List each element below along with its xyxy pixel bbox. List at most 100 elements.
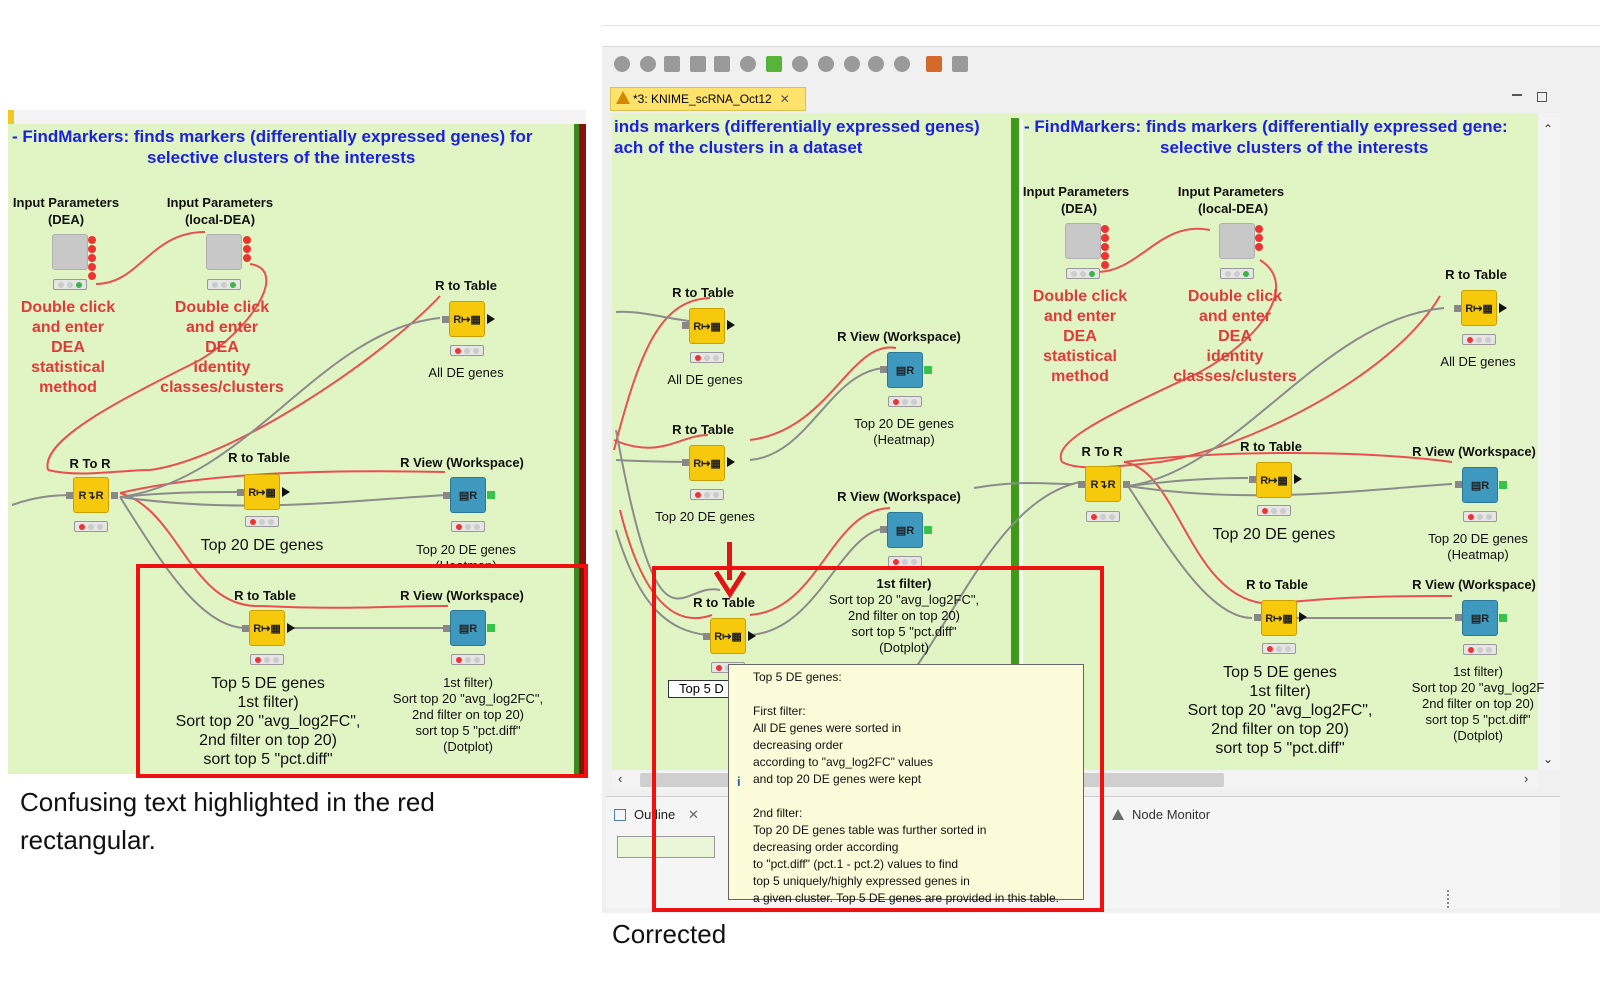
- right-rtt-b-out-port: [727, 457, 735, 467]
- right-rv-bot-caption-line: 2nd filter on top 20): [1421, 696, 1535, 711]
- wrench-icon[interactable]: [926, 56, 942, 72]
- r-to-table-icon: R↦▦: [453, 313, 481, 326]
- r-to-table-icon: R↦▦: [693, 457, 721, 470]
- editor-tab[interactable]: *3: KNIME_scRNA_Oct12 ✕: [610, 87, 806, 111]
- cancel-selected-icon[interactable]: [614, 56, 630, 72]
- left-rtor-in-port: [66, 492, 73, 499]
- left-rtt-mid-label: R to Table: [228, 450, 290, 465]
- right-rtt-bot-node[interactable]: R↦▦: [1261, 600, 1297, 636]
- minimize-icon[interactable]: [1512, 94, 1522, 96]
- left-rv-mid-in-port: [443, 492, 450, 499]
- zoom-fit-icon[interactable]: [714, 56, 730, 72]
- right-input-dea-node[interactable]: [1065, 223, 1101, 259]
- left-rv-mid-node[interactable]: ▤R: [450, 477, 486, 513]
- right-rv-a-out-port: [924, 366, 932, 374]
- right-rtt-mid-caption: Top 20 DE genes: [1212, 526, 1336, 543]
- r-view-icon: ▤R: [1470, 612, 1490, 625]
- close-icon[interactable]: ✕: [780, 88, 790, 110]
- right-rv-mid-node[interactable]: ▤R: [1462, 467, 1498, 503]
- right-rv-bot-node[interactable]: ▤R: [1462, 600, 1498, 636]
- comment-icon[interactable]: [690, 56, 706, 72]
- node-monitor-tab[interactable]: Node Monitor: [1110, 804, 1250, 826]
- right-rtt-top-node[interactable]: R↦▦: [1461, 290, 1497, 326]
- right-rtt-top-in-port: [1454, 305, 1461, 312]
- right-rtt-bot-caption-line: 1st filter): [1249, 683, 1311, 700]
- right-rv-a-label: R View (Workspace): [837, 329, 961, 344]
- left-rv-mid-status: [451, 521, 485, 532]
- right-rtt-top-caption: All DE genes: [1440, 354, 1516, 369]
- outline-icon: [614, 809, 626, 821]
- right-red-note-2-line: Double click: [1187, 288, 1283, 305]
- left-input-dea-node[interactable]: [52, 234, 88, 270]
- left-rv-mid-out-port: [487, 491, 495, 499]
- left-rtt-top-node[interactable]: R↦▦: [449, 301, 485, 337]
- right-input-local-dea-status: [1220, 268, 1254, 279]
- right-rtt-mid-status: [1257, 505, 1291, 516]
- r-to-table-icon: R↦▦: [248, 486, 276, 499]
- r-to-table-icon: R↦▦: [1260, 474, 1288, 487]
- node-id-icon[interactable]: [792, 56, 808, 72]
- right-rv-bot-in-port: [1455, 614, 1462, 621]
- maximize-icon[interactable]: [1537, 92, 1547, 102]
- r-to-table-icon: R↦▦: [1465, 302, 1493, 315]
- right-rtt-a-node[interactable]: R↦▦: [689, 308, 725, 344]
- right-rtt-bot-label: R to Table: [1246, 577, 1308, 592]
- right-input-local-dea-label2: (local-DEA): [1197, 201, 1269, 216]
- layout-icon[interactable]: [952, 56, 968, 72]
- left-rtt-mid-node[interactable]: R↦▦: [244, 474, 280, 510]
- r-view-icon: ▤R: [1470, 479, 1490, 492]
- step-icon[interactable]: [894, 56, 910, 72]
- left-rtt-top-caption: All DE genes: [428, 365, 504, 380]
- right-rv-b-node[interactable]: ▤R: [887, 512, 923, 548]
- left-input-local-dea-node[interactable]: [206, 234, 242, 270]
- search-icon[interactable]: [740, 56, 756, 72]
- right-input-local-dea-node[interactable]: [1219, 223, 1255, 259]
- right-rv-a-in-port: [880, 366, 887, 373]
- right-top-line: [602, 25, 1600, 26]
- left-red-note-1-line: and enter: [31, 319, 105, 336]
- right-highlight-box: [652, 566, 1104, 912]
- right-rtt-mid-node[interactable]: R↦▦: [1256, 462, 1292, 498]
- left-rtt-mid-out-port: [282, 487, 290, 497]
- drag-handle-icon[interactable]: [1447, 890, 1451, 908]
- right-rtt-b-label: R to Table: [672, 422, 734, 437]
- loop-icon[interactable]: [844, 56, 860, 72]
- right-rtt-mid-in-port: [1249, 476, 1256, 483]
- right-rv-a-node[interactable]: ▤R: [887, 352, 923, 388]
- r-to-r-icon: R↴R: [78, 489, 104, 502]
- right-rv-bot-caption-line: Sort top 20 "avg_log2F: [1411, 680, 1545, 695]
- left-highlight-box: [136, 564, 588, 778]
- left-input-dea-status: [53, 279, 87, 290]
- r-view-icon: ▤R: [895, 364, 915, 377]
- left-footer-line1: Confusing text highlighted in the red: [20, 787, 435, 817]
- right-input-local-dea-flowvar-ports: [1255, 225, 1263, 251]
- left-rtt-top-status: [450, 345, 484, 356]
- grid-icon[interactable]: [766, 56, 782, 72]
- right-rtt-bot-caption-line: Sort top 20 "avg_log2FC",: [1187, 702, 1373, 719]
- right-rtor-node[interactable]: R↴R: [1085, 466, 1121, 502]
- right-red-note-1-line: statistical: [1043, 348, 1117, 365]
- right-rtt-top-label: R to Table: [1445, 267, 1507, 282]
- right-rv-mid-out-port: [1499, 481, 1507, 489]
- table-view-icon[interactable]: [664, 56, 680, 72]
- cancel-all-icon[interactable]: [640, 56, 656, 72]
- right-red-note-1-line: and enter: [1043, 308, 1117, 325]
- r-view-icon: ▤R: [458, 489, 478, 502]
- left-red-note-1-line: DEA: [51, 339, 85, 356]
- left-red-note-2-line: DEA: [205, 339, 239, 356]
- node-name-icon[interactable]: [818, 56, 834, 72]
- right-red-note-2-line: and enter: [1198, 308, 1272, 325]
- left-input-local-dea-label1: Input Parameters: [166, 195, 274, 210]
- left-red-note-2-line: and enter: [185, 319, 259, 336]
- right-rtt-a-status: [690, 352, 724, 363]
- right-rv-bot-caption-line: 1st filter): [1453, 664, 1503, 679]
- node-monitor-tab-label: Node Monitor: [1132, 807, 1211, 822]
- right-rtt-b-status: [690, 489, 724, 500]
- right-red-note-1-line: Double click: [1032, 288, 1128, 305]
- right-rtt-b-node[interactable]: R↦▦: [689, 445, 725, 481]
- pause-icon[interactable]: [868, 56, 884, 72]
- left-rtor-node[interactable]: R↴R: [73, 477, 109, 513]
- left-rtt-mid-caption: Top 20 DE genes: [200, 537, 324, 554]
- right-input-dea-status: [1066, 268, 1100, 279]
- right-rv-bot-status: [1463, 644, 1497, 655]
